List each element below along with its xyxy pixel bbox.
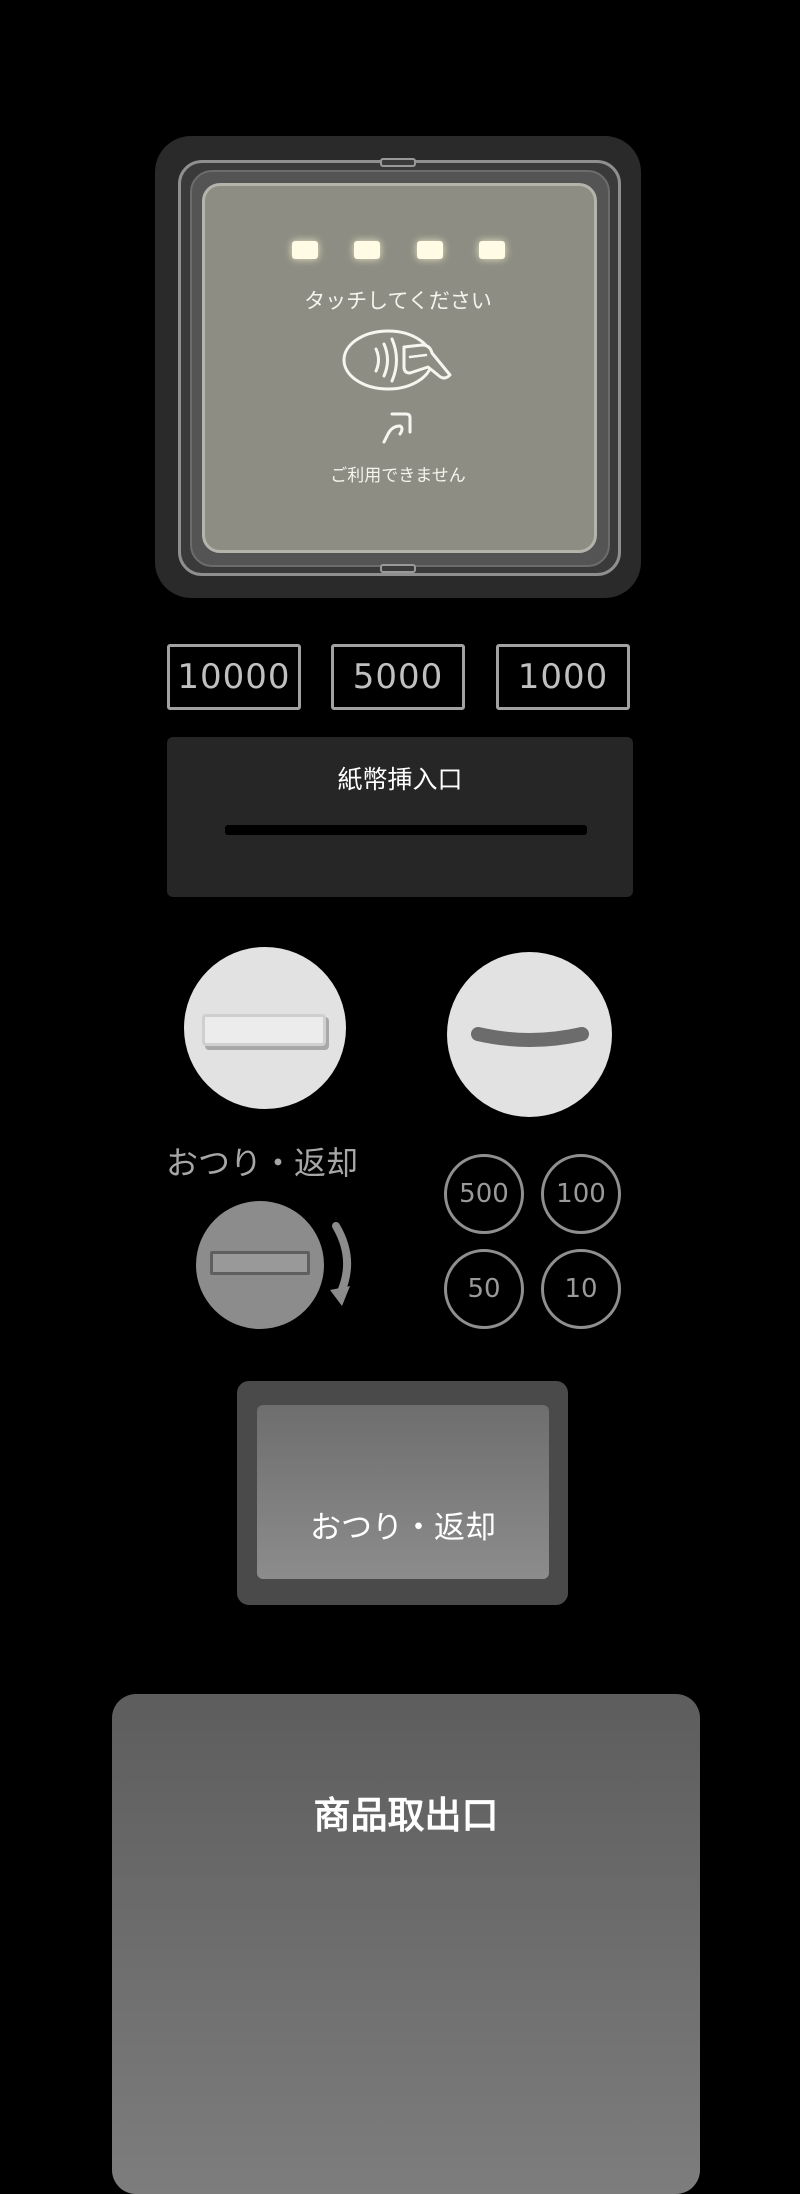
reader-prompt: タッチしてください [304,289,492,313]
hand-tap-icon [382,412,412,444]
coin-denomination-10: 10 [541,1249,621,1329]
reader-status: ご利用できません [330,466,466,486]
bill-slot-opening[interactable] [225,825,587,835]
bill-denomination-5000: 5000 [331,644,465,710]
status-led [354,241,380,259]
coin-slot-icon [471,1027,589,1047]
product-outlet-label: 商品取出口 [313,1794,499,1837]
change-tray-label: おつり・返却 [310,1510,496,1546]
bill-denomination-10000: 10000 [167,644,301,710]
change-tray-opening[interactable] [257,1405,549,1579]
status-led [479,241,505,259]
status-led [417,241,443,259]
return-lever-icon [202,1014,326,1046]
product-outlet[interactable] [112,1694,700,2194]
bill-slot-label: 紙幣挿入口 [337,765,463,794]
rotate-arrow-icon [330,1222,352,1306]
coin-denomination-100: 100 [541,1154,621,1234]
contactless-payment-icon [342,329,452,391]
reader-top-notch [380,158,416,167]
reader-bottom-notch [380,564,416,573]
status-led [292,241,318,259]
bill-denomination-1000: 1000 [496,644,630,710]
coin-denomination-50: 50 [444,1249,524,1329]
coin-return-label: おつり・返却 [166,1144,359,1182]
lever-slot-icon [210,1251,310,1275]
coin-denomination-500: 500 [444,1154,524,1234]
